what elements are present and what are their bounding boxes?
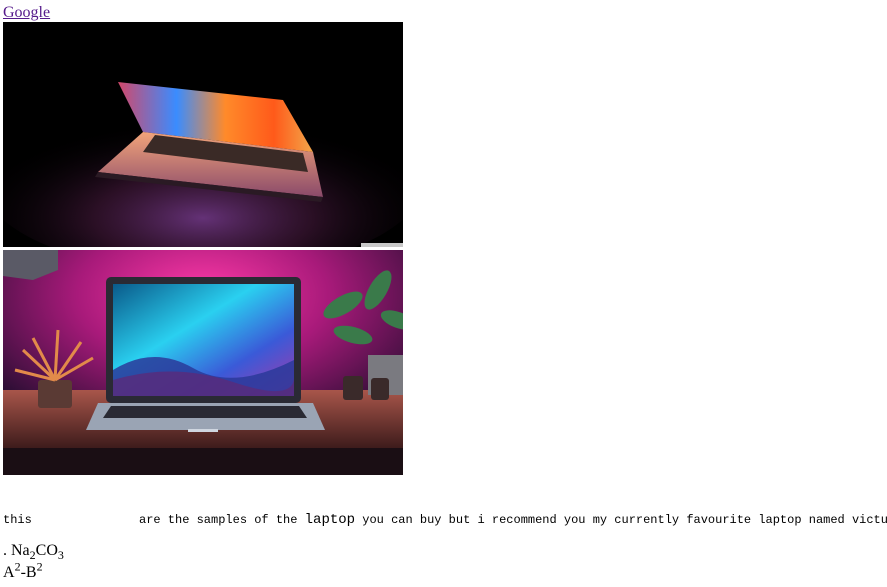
recommendation-text: this are the samples of the laptop you ca… <box>3 510 887 530</box>
sentence-part-2: are the samples of the <box>139 513 305 527</box>
chem-subscript-2: 3 <box>57 548 64 563</box>
laptop-photo-dark <box>3 22 403 247</box>
chem-prefix: . Na <box>3 542 30 559</box>
chem-middle: CO <box>35 542 58 559</box>
sentence-emphasis-laptop: laptop <box>304 512 356 528</box>
sentence-part-3: you can buy but i recommend you my curre… <box>355 513 887 527</box>
algebra-expression: A2-B2 <box>3 559 43 583</box>
chemical-formula: . Na2CO3 <box>3 541 64 561</box>
algebra-b-exponent: 2 <box>36 559 43 574</box>
algebra-minus-b: -B <box>20 564 37 581</box>
sentence-word-this: this <box>3 513 32 527</box>
algebra-a: A <box>3 564 15 581</box>
google-link[interactable]: Google <box>3 3 50 23</box>
laptop-photo-desk <box>3 250 403 475</box>
